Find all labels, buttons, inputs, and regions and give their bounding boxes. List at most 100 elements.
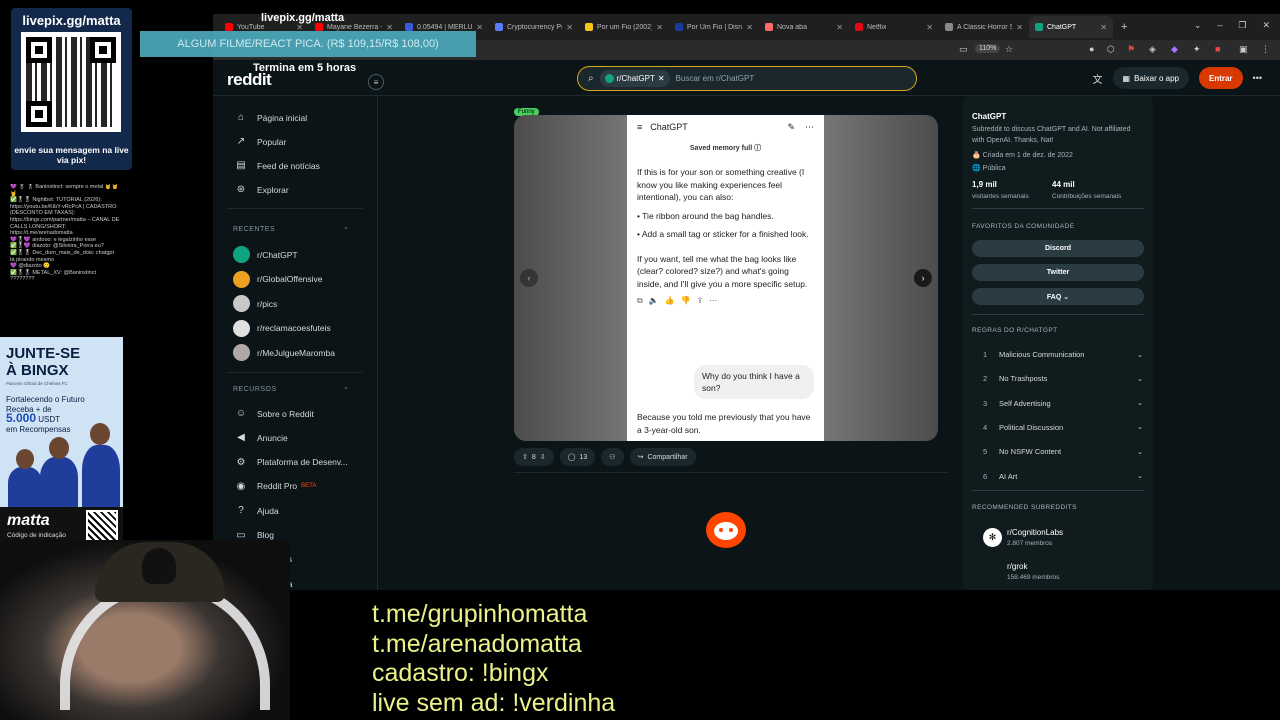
- previous-image-button[interactable]: ‹: [520, 269, 538, 287]
- recent-community-item[interactable]: r/MeJulgueMaromba: [233, 344, 335, 361]
- chevron-down-icon: ⌄: [1137, 400, 1143, 408]
- login-button[interactable]: Entrar: [1198, 67, 1243, 89]
- recommended-subreddit-name[interactable]: r/grok: [1007, 561, 1027, 572]
- twitter-link-button[interactable]: Twitter: [972, 264, 1144, 281]
- extension-icon[interactable]: ●: [1089, 44, 1094, 54]
- close-tab-icon[interactable]: ✕: [1100, 23, 1107, 32]
- next-image-button[interactable]: ›: [914, 269, 932, 287]
- downvote-icon[interactable]: ⇩: [540, 453, 546, 461]
- search-bar[interactable]: ⌕ r/ChatGPT ✕ Buscar em r/ChatGPT: [577, 66, 917, 91]
- close-tab-icon[interactable]: ✕: [746, 23, 753, 32]
- screenshot-header-icons: ✎ ⋯: [787, 122, 814, 133]
- resource-link[interactable]: ◀ Anuncie: [235, 432, 288, 443]
- resources-section-header[interactable]: RECURSOS ⌃: [233, 386, 349, 394]
- post-media-gallery[interactable]: ≡ ChatGPT ✎ ⋯ Saved memory full ⓘ If this…: [514, 115, 938, 441]
- tab-favicon-icon: [945, 23, 953, 31]
- resource-link[interactable]: ☺ Sobre o Reddit: [235, 408, 314, 419]
- rule-item[interactable]: 6 AI Art ⌄: [983, 472, 1143, 481]
- browser-tab[interactable]: ChatGPT ✕: [1029, 16, 1113, 38]
- extension-icon[interactable]: ⚑: [1127, 44, 1135, 55]
- extension-icon[interactable]: ⬡: [1107, 44, 1115, 55]
- nav-item-home[interactable]: ⌂ Página inicial: [235, 112, 307, 123]
- translate-icon[interactable]: 文: [1093, 71, 1103, 86]
- chip-close-icon[interactable]: ✕: [658, 74, 665, 83]
- chevron-down-icon: ⌄: [1137, 424, 1143, 432]
- discord-link-button[interactable]: Discord: [972, 240, 1144, 257]
- share-button[interactable]: ↪ Compartilhar: [629, 448, 696, 466]
- zoom-level-badge[interactable]: 110%: [975, 44, 1001, 53]
- recent-community-item[interactable]: r/GlobalOffensive: [233, 270, 323, 288]
- minimize-button[interactable]: –: [1217, 20, 1222, 31]
- faq-dropdown-button[interactable]: FAQ ⌄: [972, 288, 1144, 305]
- livepix-qr-code: [21, 32, 121, 132]
- extensions-puzzle-icon[interactable]: ✦: [1193, 44, 1201, 55]
- close-tab-icon[interactable]: ✕: [836, 23, 843, 32]
- nav-label: Explorar: [257, 184, 289, 195]
- tab-search-icon[interactable]: ⌄: [1194, 20, 1202, 31]
- browser-menu-icon[interactable]: ⋮: [1261, 44, 1270, 55]
- chevron-up-icon: ⌃: [343, 387, 350, 394]
- close-tab-icon[interactable]: ✕: [1016, 23, 1023, 32]
- recent-community-item[interactable]: r/reclamacoesfuteis: [233, 319, 331, 337]
- close-tab-icon[interactable]: ✕: [926, 23, 933, 32]
- maximize-button[interactable]: ❐: [1238, 20, 1246, 31]
- recent-community-item[interactable]: r/pics: [233, 295, 277, 312]
- new-tab-button[interactable]: +: [1121, 21, 1127, 33]
- more-options-icon[interactable]: •••: [1253, 73, 1262, 83]
- extension-icon[interactable]: ◈: [1149, 44, 1156, 55]
- browser-tab[interactable]: Cryptocurrency Prices ✕: [489, 16, 579, 38]
- browser-tab[interactable]: Nova aba ✕: [759, 16, 849, 38]
- browser-tab[interactable]: Por um Fio (2002) - ✕: [579, 16, 669, 38]
- resource-link[interactable]: ⚙ Plataforma de Desenv...: [235, 457, 348, 468]
- assistant-bullet: • Tie ribbon around the bag handles.: [637, 210, 774, 221]
- recent-section-header[interactable]: RECENTES ⌃: [233, 226, 349, 234]
- globe-icon: 🌐: [972, 165, 983, 172]
- rule-item[interactable]: 2 No Trashposts ⌄: [983, 374, 1143, 383]
- community-search-chip[interactable]: r/ChatGPT ✕: [599, 70, 670, 87]
- comments-button[interactable]: ◯ 13: [559, 448, 596, 466]
- resource-label: Sobre o Reddit: [257, 408, 314, 419]
- rule-item[interactable]: 1 Malicious Communication ⌄: [983, 350, 1143, 359]
- nav-item-popular[interactable]: ↗ Popular: [235, 136, 287, 147]
- browser-tab[interactable]: Netflix ✕: [849, 16, 939, 38]
- qr-code-icon: ▦: [1122, 73, 1131, 83]
- resource-link[interactable]: ▭ Blog: [235, 530, 274, 541]
- award-button[interactable]: ⚇: [601, 448, 624, 466]
- social-link-line: t.me/grupinhomatta: [372, 600, 588, 628]
- extension-icon[interactable]: ◆: [1171, 44, 1178, 55]
- weekly-contributions-label: Contribuições semanais: [1052, 193, 1122, 200]
- resource-link[interactable]: ◉ Reddit Pro BETA: [235, 481, 317, 492]
- close-tab-icon[interactable]: ✕: [566, 23, 573, 32]
- browser-tab[interactable]: A Classic Horror Story✕: [939, 16, 1029, 38]
- install-app-icon[interactable]: ▭: [959, 44, 968, 55]
- close-window-button[interactable]: ✕: [1262, 20, 1270, 31]
- player-head: [16, 449, 34, 469]
- nav-label: Página inicial: [257, 112, 308, 123]
- community-name: r/reclamacoesfuteis: [257, 323, 331, 333]
- bingx-amount: 5.000: [6, 411, 37, 425]
- rule-item[interactable]: 5 No NSFW Content ⌄: [983, 447, 1143, 456]
- rule-item[interactable]: 4 Political Discussion ⌄: [983, 423, 1143, 432]
- rule-title: No NSFW Content: [999, 447, 1062, 457]
- created-date: 🎂 Criada em 1 de dez. de 2022: [972, 150, 1073, 161]
- browser-tab[interactable]: Por Um Fio | Disney+✕: [669, 16, 759, 38]
- search-input[interactable]: Buscar em r/ChatGPT: [676, 74, 755, 83]
- close-tab-icon[interactable]: ✕: [476, 23, 483, 32]
- close-tab-icon[interactable]: ✕: [656, 23, 663, 32]
- resource-link[interactable]: ? Ajuda: [235, 505, 279, 516]
- get-app-button[interactable]: ▦ Baixar o app: [1112, 67, 1189, 89]
- extension-icon[interactable]: ■: [1215, 44, 1220, 54]
- bookmark-star-icon[interactable]: ☆: [1005, 44, 1013, 55]
- chat-message: 💜 🎖 🎖 Baninstinct: sempre o metal 🤘🤘🤘: [10, 184, 119, 197]
- nav-item-explore[interactable]: ⊛ Explorar: [235, 184, 289, 195]
- extension-icon[interactable]: ▣: [1239, 44, 1248, 55]
- collapse-nav-button[interactable]: ≡: [368, 74, 384, 90]
- resource-icon: ⚙: [236, 456, 246, 468]
- recent-community-item[interactable]: r/ChatGPT: [233, 246, 298, 263]
- recommended-subreddit-name[interactable]: r/CognitionLabs: [1007, 527, 1063, 538]
- upvote-icon[interactable]: ⇧: [522, 453, 528, 461]
- award-icon: ⚇: [609, 454, 616, 461]
- chevron-down-icon: ⌄: [1137, 473, 1143, 480]
- nav-item-news-feed[interactable]: ▤ Feed de notícias: [235, 160, 320, 171]
- rule-item[interactable]: 3 Self Advertising ⌄: [983, 399, 1143, 408]
